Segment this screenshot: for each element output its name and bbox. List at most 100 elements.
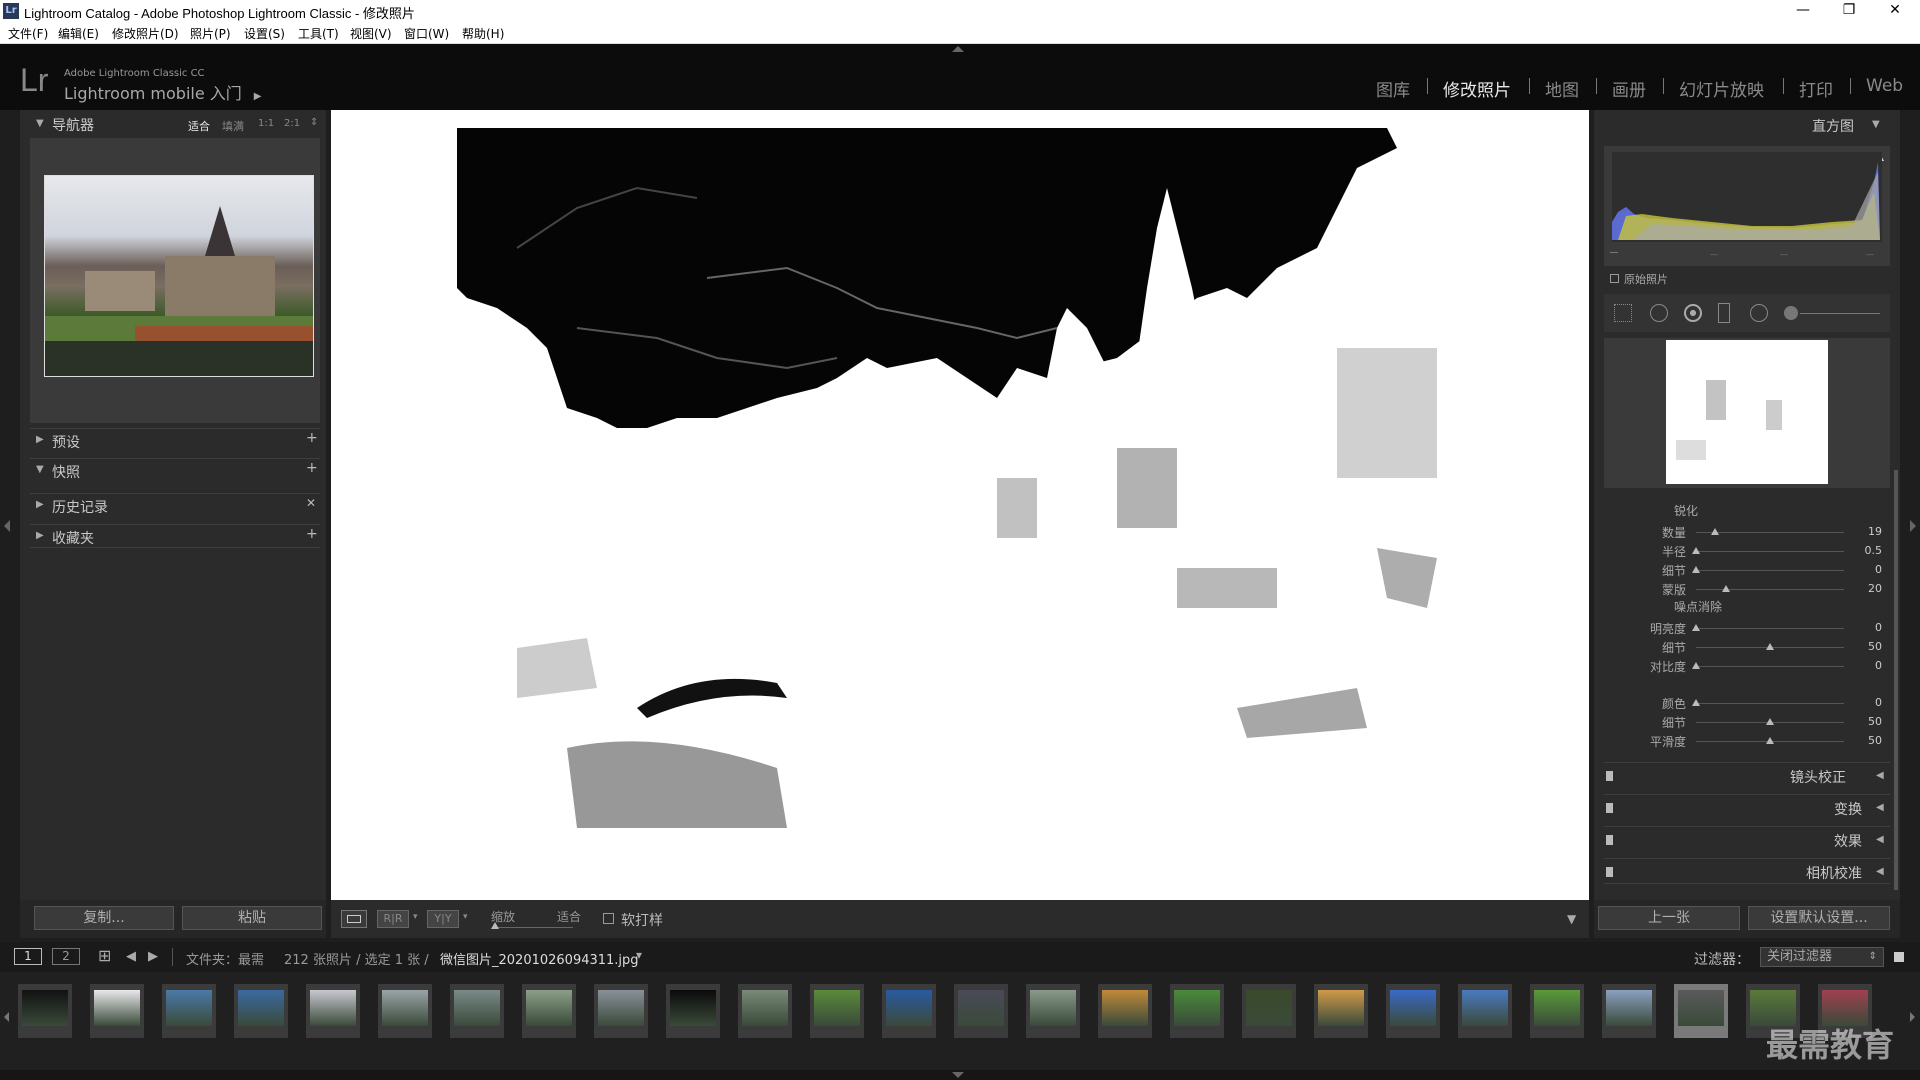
slider-knob[interactable] <box>1711 528 1719 535</box>
filmstrip-thumbnail[interactable] <box>1530 984 1584 1038</box>
filmstrip-thumbnail[interactable] <box>1026 984 1080 1038</box>
navigator-thumbnail[interactable] <box>44 175 314 377</box>
slider-value[interactable]: 50 <box>1852 715 1882 728</box>
menu-view[interactable]: 视图(V) <box>350 25 392 42</box>
adjustment-brush-icon[interactable] <box>1784 306 1798 320</box>
slider-track[interactable] <box>1696 551 1844 552</box>
filmstrip-thumbnail[interactable] <box>1386 984 1440 1038</box>
filmstrip-scroll-right-icon[interactable] <box>1910 1012 1915 1022</box>
filmstrip-thumbnail[interactable] <box>594 984 648 1038</box>
menu-window[interactable]: 窗口(W) <box>404 25 449 42</box>
brush-size-slider[interactable] <box>1800 313 1880 314</box>
radial-filter-icon[interactable] <box>1750 304 1768 322</box>
slider-value[interactable]: 20 <box>1852 582 1882 595</box>
module-print[interactable]: 打印 <box>1799 76 1833 101</box>
presets-panel-header[interactable]: ▶ 预设 + <box>30 428 320 452</box>
camera-calibration-header[interactable]: 相机校准 ◀ <box>1604 858 1890 884</box>
menu-photo[interactable]: 照片(P) <box>190 25 231 42</box>
filmstrip-thumbnail[interactable] <box>234 984 288 1038</box>
zoom-2-1[interactable]: 2:1 <box>284 118 300 129</box>
set-default-button[interactable]: 设置默认设置... <box>1748 906 1890 930</box>
mobile-start-link[interactable]: Lightroom mobile 入门 ▶ <box>64 80 261 104</box>
history-panel-header[interactable]: ▶ 历史记录 ✕ <box>30 493 320 517</box>
slider-track[interactable] <box>1696 570 1844 571</box>
add-snapshot-icon[interactable]: + <box>306 460 318 476</box>
secondary-window-button[interactable]: 2 <box>52 948 80 965</box>
filmstrip-thumbnail[interactable] <box>1602 984 1656 1038</box>
slider-knob[interactable] <box>1722 585 1730 592</box>
slider-track[interactable] <box>1696 666 1844 667</box>
collections-panel-header[interactable]: ▶ 收藏夹 + <box>30 524 320 548</box>
slider-value[interactable]: 0 <box>1852 563 1882 576</box>
filmstrip-thumbnail[interactable] <box>1170 984 1224 1038</box>
slider-value[interactable]: 50 <box>1852 734 1882 747</box>
menu-tools[interactable]: 工具(T) <box>298 25 339 42</box>
filmstrip-thumbnail[interactable] <box>1458 984 1512 1038</box>
slider-knob[interactable] <box>1766 718 1774 725</box>
before-after-tb-icon[interactable]: Y|Y <box>427 910 459 928</box>
copy-button[interactable]: 复制... <box>34 906 174 930</box>
filmstrip-thumbnail[interactable] <box>810 984 864 1038</box>
filename-dropdown-icon[interactable]: ▾ <box>636 948 642 962</box>
minimize-icon[interactable]: — <box>1780 0 1826 22</box>
before-after-lr-icon[interactable]: R|R <box>377 910 409 928</box>
zoom-fill[interactable]: 填满 <box>222 118 244 134</box>
toolbar-menu-icon[interactable]: ▼ <box>1567 912 1576 926</box>
back-arrow-icon[interactable]: ◀ <box>126 949 136 964</box>
filmstrip-thumbnail[interactable] <box>450 984 504 1038</box>
mask-preview-image[interactable] <box>457 128 1463 880</box>
detail-preview-image[interactable] <box>1666 340 1828 484</box>
module-book[interactable]: 画册 <box>1612 76 1646 101</box>
filter-select[interactable]: 关闭过滤器 ⇕ <box>1760 947 1884 967</box>
zoom-slider-track[interactable] <box>493 927 573 928</box>
menu-file[interactable]: 文件(F) <box>8 25 48 42</box>
previous-button[interactable]: 上一张 <box>1598 906 1740 930</box>
collapse-bottom-icon[interactable] <box>952 1072 964 1078</box>
slider-knob[interactable] <box>1692 662 1700 669</box>
slider-knob[interactable] <box>1766 643 1774 650</box>
filmstrip-thumbnail[interactable] <box>1314 984 1368 1038</box>
filmstrip-thumbnail[interactable] <box>1098 984 1152 1038</box>
add-collection-icon[interactable]: + <box>306 526 318 542</box>
slider-value[interactable]: 19 <box>1852 525 1882 538</box>
slider-knob[interactable] <box>1692 566 1700 573</box>
zoom-slider-knob[interactable] <box>491 922 499 929</box>
module-develop[interactable]: 修改照片 <box>1443 76 1511 101</box>
menu-help[interactable]: 帮助(H) <box>462 25 504 42</box>
transform-header[interactable]: 变换 ◀ <box>1604 794 1890 820</box>
primary-window-button[interactable]: 1 <box>14 948 42 965</box>
before-after-tb-dropdown-icon[interactable]: ▾ <box>463 912 468 922</box>
snapshots-panel-header[interactable]: ▼ 快照 + <box>30 458 320 482</box>
menu-settings[interactable]: 设置(S) <box>244 25 285 42</box>
slider-knob[interactable] <box>1766 737 1774 744</box>
slider-value[interactable]: 0 <box>1852 621 1882 634</box>
filmstrip-thumbnail[interactable] <box>378 984 432 1038</box>
panel-switch-icon[interactable] <box>1606 835 1613 845</box>
slider-track[interactable] <box>1696 589 1844 590</box>
module-web[interactable]: Web <box>1866 76 1903 96</box>
forward-arrow-icon[interactable]: ▶ <box>148 949 158 964</box>
maximize-icon[interactable]: ❐ <box>1826 0 1872 22</box>
filmstrip-thumbnail[interactable] <box>954 984 1008 1038</box>
filmstrip-thumbnail[interactable] <box>1674 984 1728 1038</box>
add-preset-icon[interactable]: + <box>306 430 318 446</box>
lens-corrections-header[interactable]: 镜头校正 ◀ <box>1604 762 1890 788</box>
slider-track[interactable] <box>1696 628 1844 629</box>
filter-lock-icon[interactable] <box>1894 952 1904 962</box>
clear-history-icon[interactable]: ✕ <box>306 496 316 510</box>
menu-edit[interactable]: 编辑(E) <box>58 25 99 42</box>
soft-proof-checkbox[interactable] <box>603 913 614 924</box>
slider-track[interactable] <box>1696 703 1844 704</box>
before-after-dropdown-icon[interactable]: ▾ <box>413 912 418 922</box>
module-slideshow[interactable]: 幻灯片放映 <box>1679 76 1764 101</box>
crop-tool-icon[interactable] <box>1614 304 1632 322</box>
zoom-1-1[interactable]: 1:1 <box>258 118 274 129</box>
effects-header[interactable]: 效果 ◀ <box>1604 826 1890 852</box>
slider-value[interactable]: 0 <box>1852 659 1882 672</box>
slider-value[interactable]: 50 <box>1852 640 1882 653</box>
filmstrip-thumbnail[interactable] <box>738 984 792 1038</box>
panel-switch-icon[interactable] <box>1606 803 1613 813</box>
navigator-header[interactable]: ▼ 导航器 适合 填满 1:1 2:1 ⇕ <box>30 114 320 136</box>
grid-icon[interactable]: ⊞ <box>98 946 111 965</box>
panel-switch-icon[interactable] <box>1606 867 1613 877</box>
